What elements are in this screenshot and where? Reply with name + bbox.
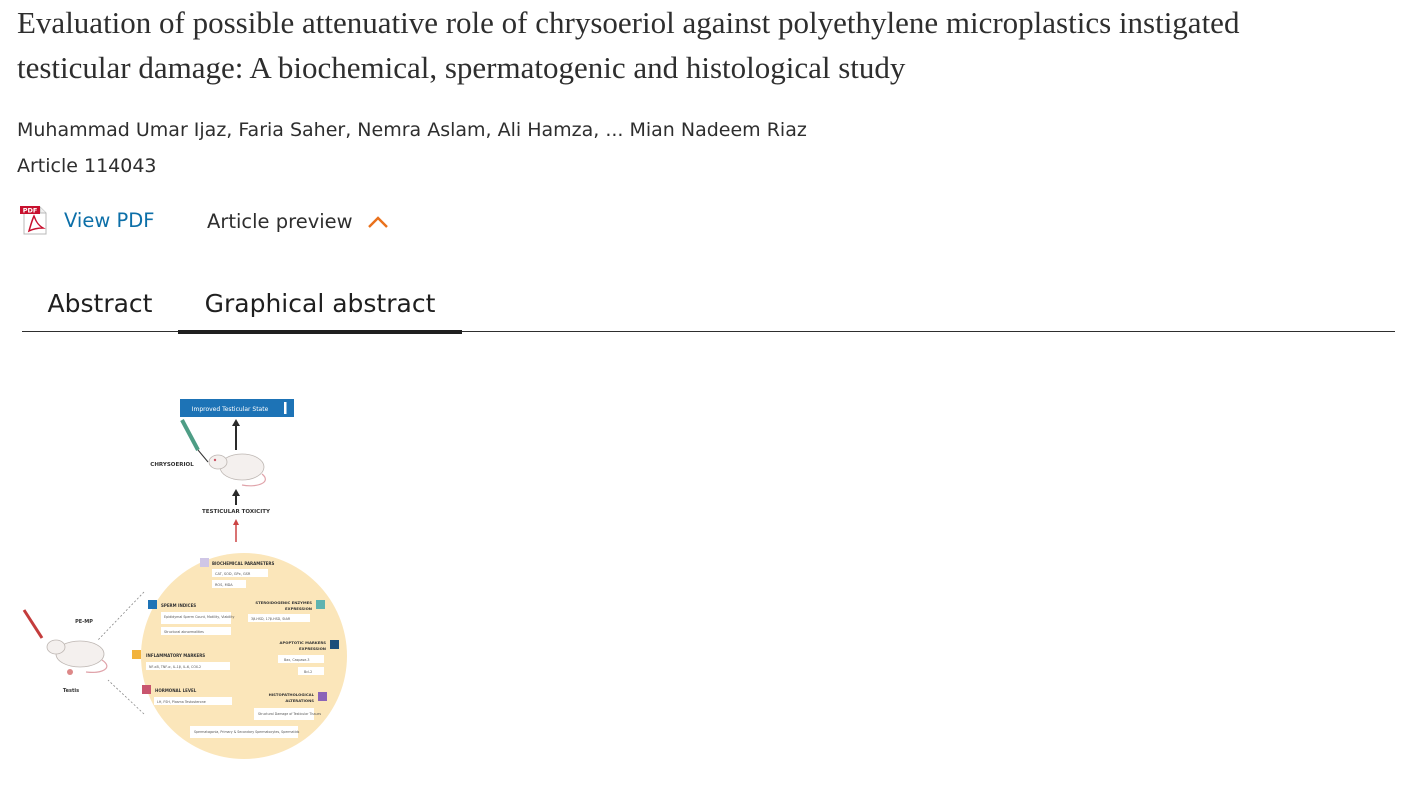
histo-detail-1: Structural Damage of Testicular Tissues: [258, 712, 321, 716]
tab-graphical-abstract[interactable]: Graphical abstract: [178, 280, 462, 334]
abstract-tabs: Abstract Graphical abstract: [22, 280, 1395, 334]
histo-badge: [318, 692, 327, 701]
inflammatory-badge: [132, 650, 141, 659]
syringe-icon: [180, 419, 209, 463]
toxicity-label: TESTICULAR TOXICITY: [202, 509, 271, 515]
steroid-badge: [316, 600, 325, 609]
article-number: Article 114043: [17, 155, 157, 177]
article-title-line-2[interactable]: testicular damage: A biochemical, sperma…: [17, 45, 1402, 90]
author-list: Muhammad Umar Ijaz, Faria Saher, Nemra A…: [17, 119, 807, 141]
biochemical-detail-2: ROS, MDA: [215, 583, 233, 587]
view-pdf-link[interactable]: PDF View PDF: [19, 204, 154, 236]
hormonal-detail: LH, FSH, Plasma Testosterone: [157, 700, 206, 704]
article-title[interactable]: Evaluation of possible attenuative role …: [17, 0, 1402, 90]
article-preview-label[interactable]: Article preview: [207, 210, 353, 233]
pdf-icon: PDF: [20, 206, 47, 235]
tab-abstract[interactable]: Abstract: [22, 280, 178, 332]
biochemical-title: BIOCHEMICAL PARAMETERS: [212, 561, 274, 566]
steroid-detail: 3β-HSD, 17β-HSD, StAR: [251, 617, 291, 621]
biochemical-badge: [200, 558, 209, 567]
sperm-detail-1: Epididymal Sperm Count, Motility, Viabil…: [164, 615, 234, 619]
histo-title-2: ALTERATIONS: [285, 698, 314, 703]
histo-title-1: HISTOPATHOLOGICAL: [269, 692, 315, 697]
chrysoeriol-label: CHRYSOERIOL: [150, 462, 194, 468]
apoptotic-badge: [330, 640, 339, 649]
biochemical-detail-1: CAT, SOD, GPx, GSR: [215, 572, 251, 576]
testis-label: Testis: [63, 688, 79, 694]
chevron-up-icon[interactable]: [367, 215, 389, 229]
histo-detail-2: Spermatogonia, Primary & Secondary Sperm…: [194, 730, 300, 734]
sperm-detail-2: Structural abnormalities: [164, 630, 204, 634]
hormonal-title: HORMONAL LEVEL: [155, 688, 197, 693]
sperm-title: SPERM INDICES: [161, 603, 196, 608]
steroid-title-1: STEROIDOGENIC ENZYMES: [255, 600, 312, 605]
improved-state-label: Improved Testicular State: [192, 406, 269, 413]
apoptotic-detail-2: Bcl-2: [304, 670, 312, 674]
view-pdf-label[interactable]: View PDF: [64, 209, 154, 232]
steroid-title-2: EXPRESSION: [285, 606, 312, 611]
apoptotic-detail-1: Bax, Caspase-3: [284, 658, 310, 662]
up-arrow-icon: [284, 402, 287, 414]
hormonal-badge: [142, 685, 151, 694]
inflammatory-detail: NF-κB, TNF-α, IL-1β, IL-6, COX-2: [149, 665, 201, 669]
article-preview-toggle[interactable]: Article preview: [207, 210, 389, 233]
sperm-badge: [148, 600, 157, 609]
rat-icon-left: [22, 609, 108, 675]
apoptotic-title-2: EXPRESSION: [299, 646, 326, 651]
rat-icon-top: [208, 453, 266, 487]
graphical-abstract-image[interactable]: Improved Testicular State CHRYSOERIOL TE…: [22, 392, 352, 768]
pe-mp-label: PE-MP: [75, 619, 93, 625]
inflammatory-title: INFLAMMATORY MARKERS: [146, 653, 205, 658]
article-title-line-1[interactable]: Evaluation of possible attenuative role …: [17, 0, 1402, 45]
apoptotic-title-1: APOPTOTIC MARKERS: [280, 640, 327, 645]
pdf-icon-text: PDF: [23, 207, 38, 215]
